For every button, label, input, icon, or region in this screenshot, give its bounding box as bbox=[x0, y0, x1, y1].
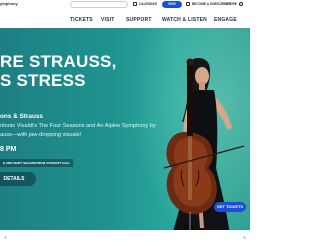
nav-item-support[interactable]: SUPPORT bbox=[126, 17, 152, 23]
carousel-dot[interactable] bbox=[243, 236, 246, 239]
get-tickets-button[interactable]: GET TICKETS bbox=[214, 202, 246, 212]
page-footer-strip bbox=[0, 230, 250, 250]
hero-banner: RE STRAUSS, S STRESS ons & Strauss ntoni… bbox=[0, 28, 250, 230]
hero-subtitle: ons & Strauss bbox=[0, 113, 43, 120]
hero-title-line-1: RE STRAUSS, bbox=[0, 52, 117, 71]
give-button[interactable]: GIVE bbox=[162, 1, 182, 8]
subscriber-icon bbox=[186, 2, 190, 6]
nav-item-watch-listen[interactable]: WATCH & LISTEN bbox=[162, 17, 207, 23]
hero-description-line-2: auss—with jaw-dropping visuals! bbox=[0, 132, 82, 138]
main-nav: TICKETS VISIT SUPPORT WATCH & LISTEN ENG… bbox=[0, 13, 250, 29]
hero-title-line-2: S STRESS bbox=[0, 71, 86, 90]
hero-description-line-1: ntonio Vivaldi's The Four Seasons and An… bbox=[0, 123, 156, 129]
details-button-label: DETAILS bbox=[3, 176, 25, 182]
utility-bar: ymphony CALENDAR GIVE BECOME A SUBSCRIBE… bbox=[0, 0, 250, 10]
brand-logo-text[interactable]: ymphony bbox=[0, 1, 18, 6]
account-icon[interactable] bbox=[239, 2, 243, 6]
search-input[interactable] bbox=[70, 1, 128, 8]
nav-item-engage[interactable]: ENGAGE bbox=[214, 17, 237, 23]
hero-time: 8 PM bbox=[0, 146, 17, 153]
calendar-link[interactable]: CALENDAR bbox=[139, 2, 157, 6]
carousel-dot[interactable] bbox=[4, 236, 7, 239]
nav-item-visit[interactable]: VISIT bbox=[101, 17, 115, 23]
get-tickets-button-label: GET TICKETS bbox=[216, 204, 244, 209]
nav-item-tickets[interactable]: TICKETS bbox=[70, 17, 93, 23]
venue-tag: E AND MARY SEGERSTROM CONCERT HALL bbox=[0, 159, 74, 167]
store-link[interactable]: STORE bbox=[226, 2, 237, 6]
details-button[interactable]: DETAILS bbox=[0, 172, 36, 186]
calendar-icon bbox=[133, 2, 137, 6]
